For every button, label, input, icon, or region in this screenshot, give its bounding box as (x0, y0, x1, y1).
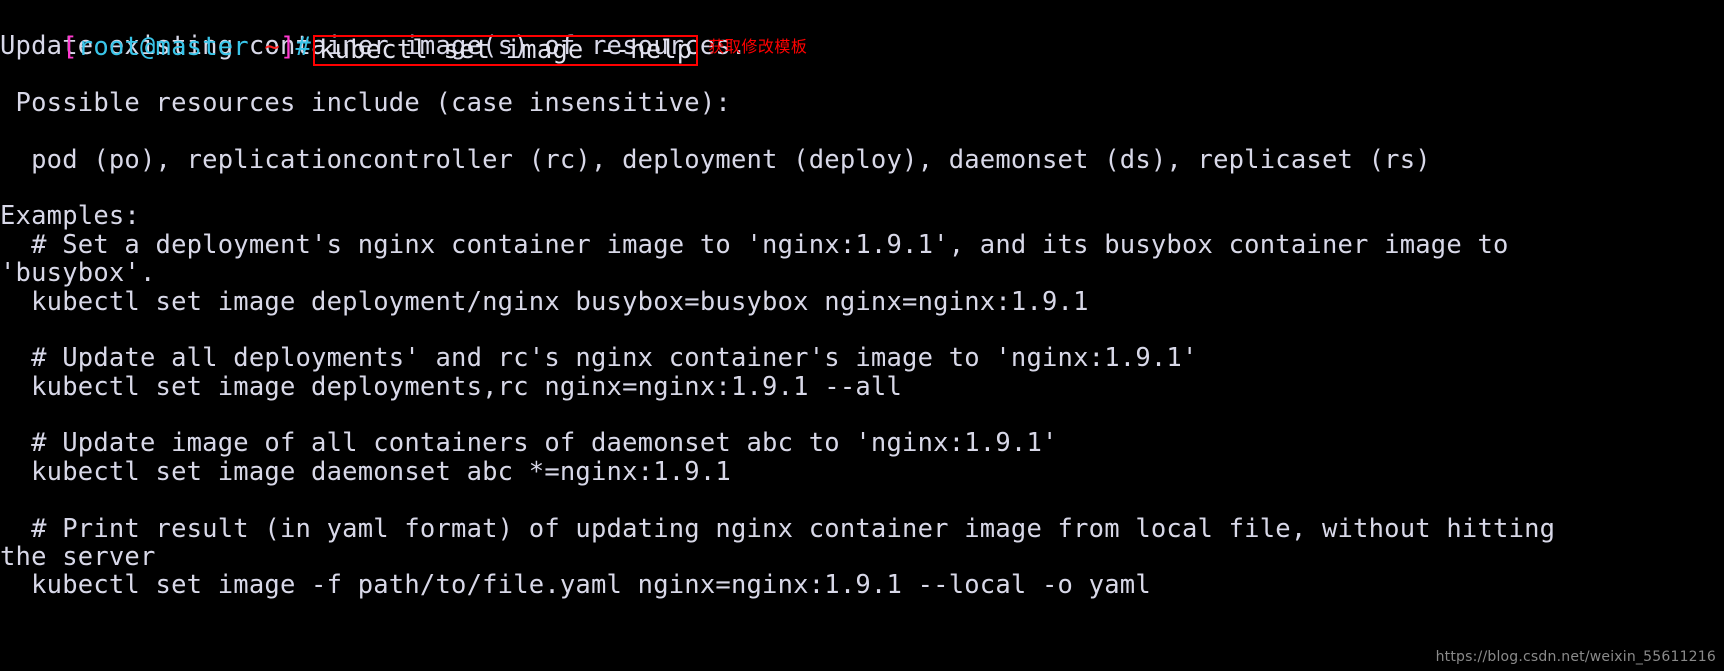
highlighted-command[interactable]: kubectl set image --help (313, 35, 699, 66)
terminal-output-line: pod (po), replicationcontroller (rc), de… (0, 144, 1431, 175)
terminal-output: Update existing container image(s) of re… (0, 32, 1724, 600)
terminal-output-line: 'busybox'. (0, 258, 156, 289)
terminal-output-line: # Set a deployment's nginx container ima… (0, 229, 1509, 260)
prompt-hash: # (295, 32, 312, 62)
terminal-output-line: # Update all deployments' and rc's nginx… (0, 343, 1198, 374)
terminal-output-line: Possible resources include (case insensi… (0, 87, 731, 118)
prompt-tilde: ~ (248, 32, 280, 62)
terminal-output-line: kubectl set image daemonset abc *=nginx:… (0, 456, 731, 487)
prompt-user-host: root@master (77, 32, 249, 62)
shell-prompt-line: [root@master ~]# kubectl set image --help… (0, 2, 1724, 66)
terminal-output-line: kubectl set image deployment/nginx busyb… (0, 286, 1089, 317)
terminal-output-line: kubectl set image -f path/to/file.yaml n… (0, 570, 1151, 601)
watermark-text: https://blog.csdn.net/weixin_55611216 (1435, 649, 1716, 665)
terminal-output-line: the server (0, 542, 156, 573)
terminal-output-line: # Print result (in yaml format) of updat… (0, 513, 1556, 544)
prompt-bracket-close: ] (279, 32, 296, 62)
terminal-output-line: kubectl set image deployments,rc nginx=n… (0, 371, 903, 402)
terminal-window: [root@master ~]# kubectl set image --help… (0, 0, 1724, 671)
terminal-output-line: # Update image of all containers of daem… (0, 428, 1058, 459)
prompt-bracket-open: [ (62, 32, 78, 62)
terminal-output-line: Examples: (0, 201, 140, 232)
annotation-label: 获取修改模板 (708, 37, 808, 56)
